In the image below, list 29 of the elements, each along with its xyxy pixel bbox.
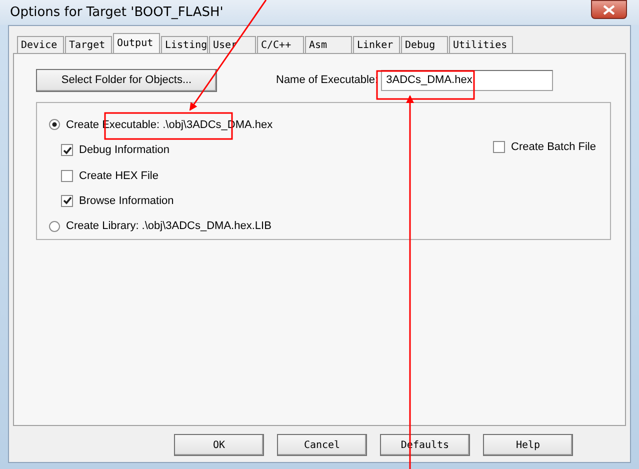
tab[interactable]: Linker (353, 36, 400, 53)
tab[interactable]: Target (65, 36, 112, 53)
tab[interactable]: Listing (161, 36, 208, 53)
tab[interactable]: Device (17, 36, 64, 53)
dialog-button[interactable]: Cancel (277, 434, 367, 456)
tab[interactable]: C/C++ (257, 36, 304, 53)
option-label: Create HEX File (79, 170, 158, 182)
field-label: Name of Executable: (276, 74, 378, 86)
tab[interactable]: Output (113, 33, 160, 53)
radio-button[interactable] (49, 220, 60, 232)
checkbox[interactable] (493, 141, 506, 153)
dialog-button[interactable]: Help (483, 434, 573, 456)
tab[interactable]: Asm (305, 36, 352, 53)
option-label: Create Library: .\obj\3ADCs_DMA.hex.LIB (66, 220, 272, 232)
option-label: Create Batch File (511, 141, 596, 153)
checkbox[interactable] (61, 170, 73, 182)
checkbox[interactable] (61, 144, 73, 156)
option-label: Debug Information (79, 144, 170, 156)
option-label: Browse Information (79, 194, 174, 207)
input-field[interactable]: 3ADCs_DMA.hex (381, 70, 554, 90)
dialog-button[interactable]: OK (174, 434, 264, 456)
close-button[interactable] (591, 0, 627, 19)
select-folder-button[interactable]: Select Folder for Objects... (36, 68, 217, 92)
tab[interactable]: Debug (401, 36, 448, 53)
radio-button[interactable] (49, 119, 60, 130)
tab[interactable]: Utilities (449, 36, 513, 53)
checkbox[interactable] (61, 194, 73, 207)
window-title: Options for Target 'BOOT_FLASH' (10, 5, 224, 20)
close-icon (603, 4, 615, 14)
